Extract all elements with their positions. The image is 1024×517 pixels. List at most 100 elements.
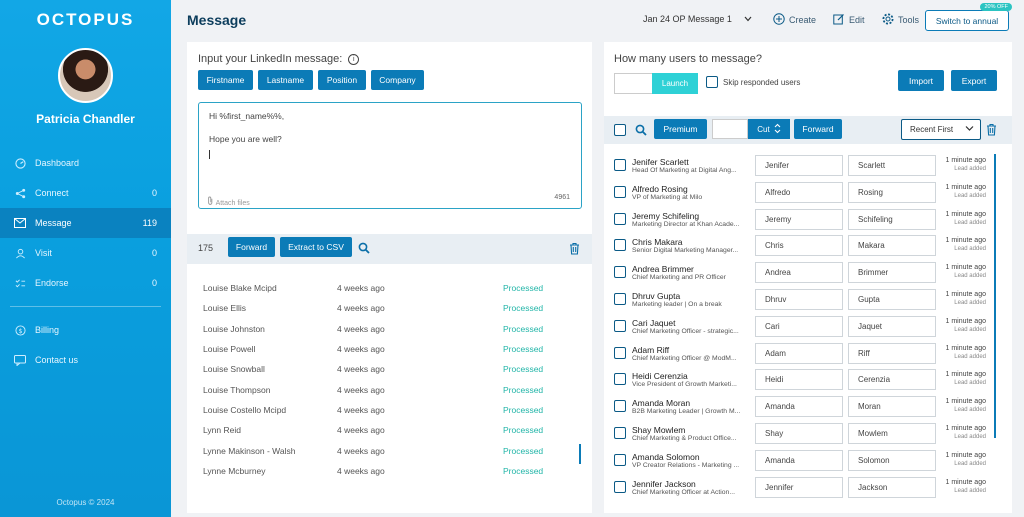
table-row[interactable]: Louise Snowball 4 weeks ago Processed: [187, 359, 592, 379]
first-name-field[interactable]: Chris: [755, 235, 843, 257]
extract-csv-button[interactable]: Extract to CSV: [280, 237, 352, 257]
message-textarea[interactable]: Hi %first_name%%, Hope you are well?: [198, 102, 582, 209]
table-row[interactable]: Louise Johnston 4 weeks ago Processed: [187, 319, 592, 339]
sidebar-item-dashboard[interactable]: Dashboard: [0, 148, 171, 178]
last-name-field[interactable]: Schifeling: [848, 208, 936, 230]
table-row[interactable]: Louise Costello Mcipd 4 weeks ago Processe…: [187, 400, 592, 420]
row-checkbox[interactable]: [614, 185, 626, 198]
insert-lastname-button[interactable]: Lastname: [258, 70, 313, 90]
first-name-field[interactable]: Amanda: [755, 449, 843, 471]
row-checkbox[interactable]: [614, 292, 626, 305]
list-item[interactable]: Jenifer Scarlett Head Of Marketing at Dig…: [604, 152, 1012, 179]
list-item[interactable]: Shay Mowlem Chief Marketing & Product Off…: [604, 420, 1012, 447]
premium-button[interactable]: Premium: [654, 119, 707, 139]
last-name-field[interactable]: Rosing: [848, 181, 936, 203]
row-checkbox[interactable]: [614, 239, 626, 252]
sort-select[interactable]: Recent First: [901, 119, 981, 140]
first-name-field[interactable]: Cari: [755, 315, 843, 337]
scrollbar-thumb[interactable]: [579, 444, 581, 464]
import-button[interactable]: Import: [898, 70, 944, 91]
sidebar-item-billing[interactable]: $ Billing: [0, 315, 171, 345]
create-button[interactable]: Create: [773, 13, 816, 27]
insert-firstname-button[interactable]: Firstname: [198, 70, 253, 90]
cut-count-input[interactable]: [712, 119, 748, 139]
list-item[interactable]: Adam Riff Chief Marketing Officer @ ModM.…: [604, 340, 1012, 367]
row-checkbox[interactable]: [614, 266, 626, 279]
row-checkbox[interactable]: [614, 426, 626, 439]
switch-annual-button[interactable]: Switch to annual: [925, 10, 1009, 31]
info-icon[interactable]: i: [348, 53, 360, 65]
forward-button[interactable]: Forward: [794, 119, 842, 139]
campaign-select[interactable]: Jan 24 OP Message 1: [643, 14, 752, 24]
list-item[interactable]: Amanda Moran B2B Marketing Leader | Growt…: [604, 393, 1012, 420]
row-checkbox[interactable]: [614, 319, 626, 332]
select-all-checkbox[interactable]: [614, 124, 626, 136]
forward-button[interactable]: Forward: [228, 237, 275, 257]
last-name-field[interactable]: Gupta: [848, 288, 936, 310]
row-checkbox[interactable]: [614, 373, 626, 386]
skip-responded-checkbox[interactable]: [706, 76, 718, 88]
list-item[interactable]: Heidi Cerenzia Vice President of Growth M…: [604, 366, 1012, 393]
row-checkbox[interactable]: [614, 400, 626, 413]
list-item[interactable]: Jeremy Schifeling Marketing Director at K…: [604, 206, 1012, 233]
last-name-field[interactable]: Makara: [848, 235, 936, 257]
table-row[interactable]: Louise Ellis 4 weeks ago Processed: [187, 298, 592, 318]
table-row[interactable]: Lynne Mcburney 4 weeks ago Processed: [187, 461, 592, 481]
launch-button[interactable]: Launch: [652, 73, 698, 94]
trash-icon[interactable]: [986, 123, 997, 139]
table-row[interactable]: Lynne Makinson - Walsh 4 weeks ago Process…: [187, 440, 592, 460]
list-item[interactable]: Dhruv Gupta Marketing leader | On a break…: [604, 286, 1012, 313]
sidebar-item-visit[interactable]: Visit 0: [0, 238, 171, 268]
row-checkbox[interactable]: [614, 453, 626, 466]
sidebar-item-contact[interactable]: Contact us: [0, 345, 171, 375]
list-item[interactable]: Alfredo Rosing VP of Marketing at Milo Alf…: [604, 179, 1012, 206]
scrollbar-thumb[interactable]: [994, 154, 996, 438]
last-name-field[interactable]: Jaquet: [848, 315, 936, 337]
first-name-field[interactable]: Jennifer: [755, 476, 843, 498]
first-name-field[interactable]: Jeremy: [755, 208, 843, 230]
first-name-field[interactable]: Jenifer: [755, 155, 843, 176]
first-name-field[interactable]: Heidi: [755, 369, 843, 391]
sidebar-item-message[interactable]: Message 119: [0, 208, 171, 238]
table-row[interactable]: Louise Thompson 4 weeks ago Processed: [187, 379, 592, 399]
export-button[interactable]: Export: [951, 70, 997, 91]
attach-files-button[interactable]: Attach files: [207, 196, 250, 207]
search-icon[interactable]: [635, 124, 647, 139]
last-name-field[interactable]: Jackson: [848, 476, 936, 498]
last-name-field[interactable]: Riff: [848, 342, 936, 364]
first-name-field[interactable]: Andrea: [755, 262, 843, 284]
tools-button[interactable]: Tools: [882, 13, 919, 27]
list-item[interactable]: Chris Makara Senior Digital Marketing Man…: [604, 232, 1012, 259]
list-item[interactable]: Jennifer Jackson Chief Marketing Officer …: [604, 474, 1012, 501]
cut-button[interactable]: Cut: [748, 119, 790, 139]
first-name-field[interactable]: Alfredo: [755, 181, 843, 203]
sidebar-item-endorse[interactable]: Endorse 0: [0, 268, 171, 298]
row-checkbox[interactable]: [614, 480, 626, 493]
list-item[interactable]: Cari Jaquet Chief Marketing Officer - str…: [604, 313, 1012, 340]
row-checkbox[interactable]: [614, 159, 626, 171]
user-count-input[interactable]: [614, 73, 652, 94]
last-name-field[interactable]: Moran: [848, 396, 936, 418]
trash-icon[interactable]: [569, 242, 580, 258]
sidebar-item-connect[interactable]: Connect 0: [0, 178, 171, 208]
list-item[interactable]: Amanda Solomon VP Creator Relations - Mar…: [604, 447, 1012, 474]
first-name-field[interactable]: Shay: [755, 422, 843, 444]
last-name-field[interactable]: Brimmer: [848, 262, 936, 284]
table-row[interactable]: Lynn Reid 4 weeks ago Processed: [187, 420, 592, 440]
last-name-field[interactable]: Mowlem: [848, 422, 936, 444]
first-name-field[interactable]: Dhruv: [755, 288, 843, 310]
row-checkbox[interactable]: [614, 346, 626, 359]
last-name-field[interactable]: Solomon: [848, 449, 936, 471]
table-row[interactable]: Louise Blake Mcipd 4 weeks ago Processed: [187, 278, 592, 298]
edit-button[interactable]: Edit: [833, 13, 865, 27]
insert-company-button[interactable]: Company: [371, 70, 424, 90]
insert-position-button[interactable]: Position: [318, 70, 366, 90]
first-name-field[interactable]: Adam: [755, 342, 843, 364]
search-icon[interactable]: [358, 242, 370, 257]
last-name-field[interactable]: Cerenzia: [848, 369, 936, 391]
list-item[interactable]: Andrea Brimmer Chief Marketing and PR Off…: [604, 259, 1012, 286]
first-name-field[interactable]: Amanda: [755, 396, 843, 418]
last-name-field[interactable]: Scarlett: [848, 155, 936, 176]
table-row[interactable]: Louise Powell 4 weeks ago Processed: [187, 339, 592, 359]
row-checkbox[interactable]: [614, 212, 626, 225]
